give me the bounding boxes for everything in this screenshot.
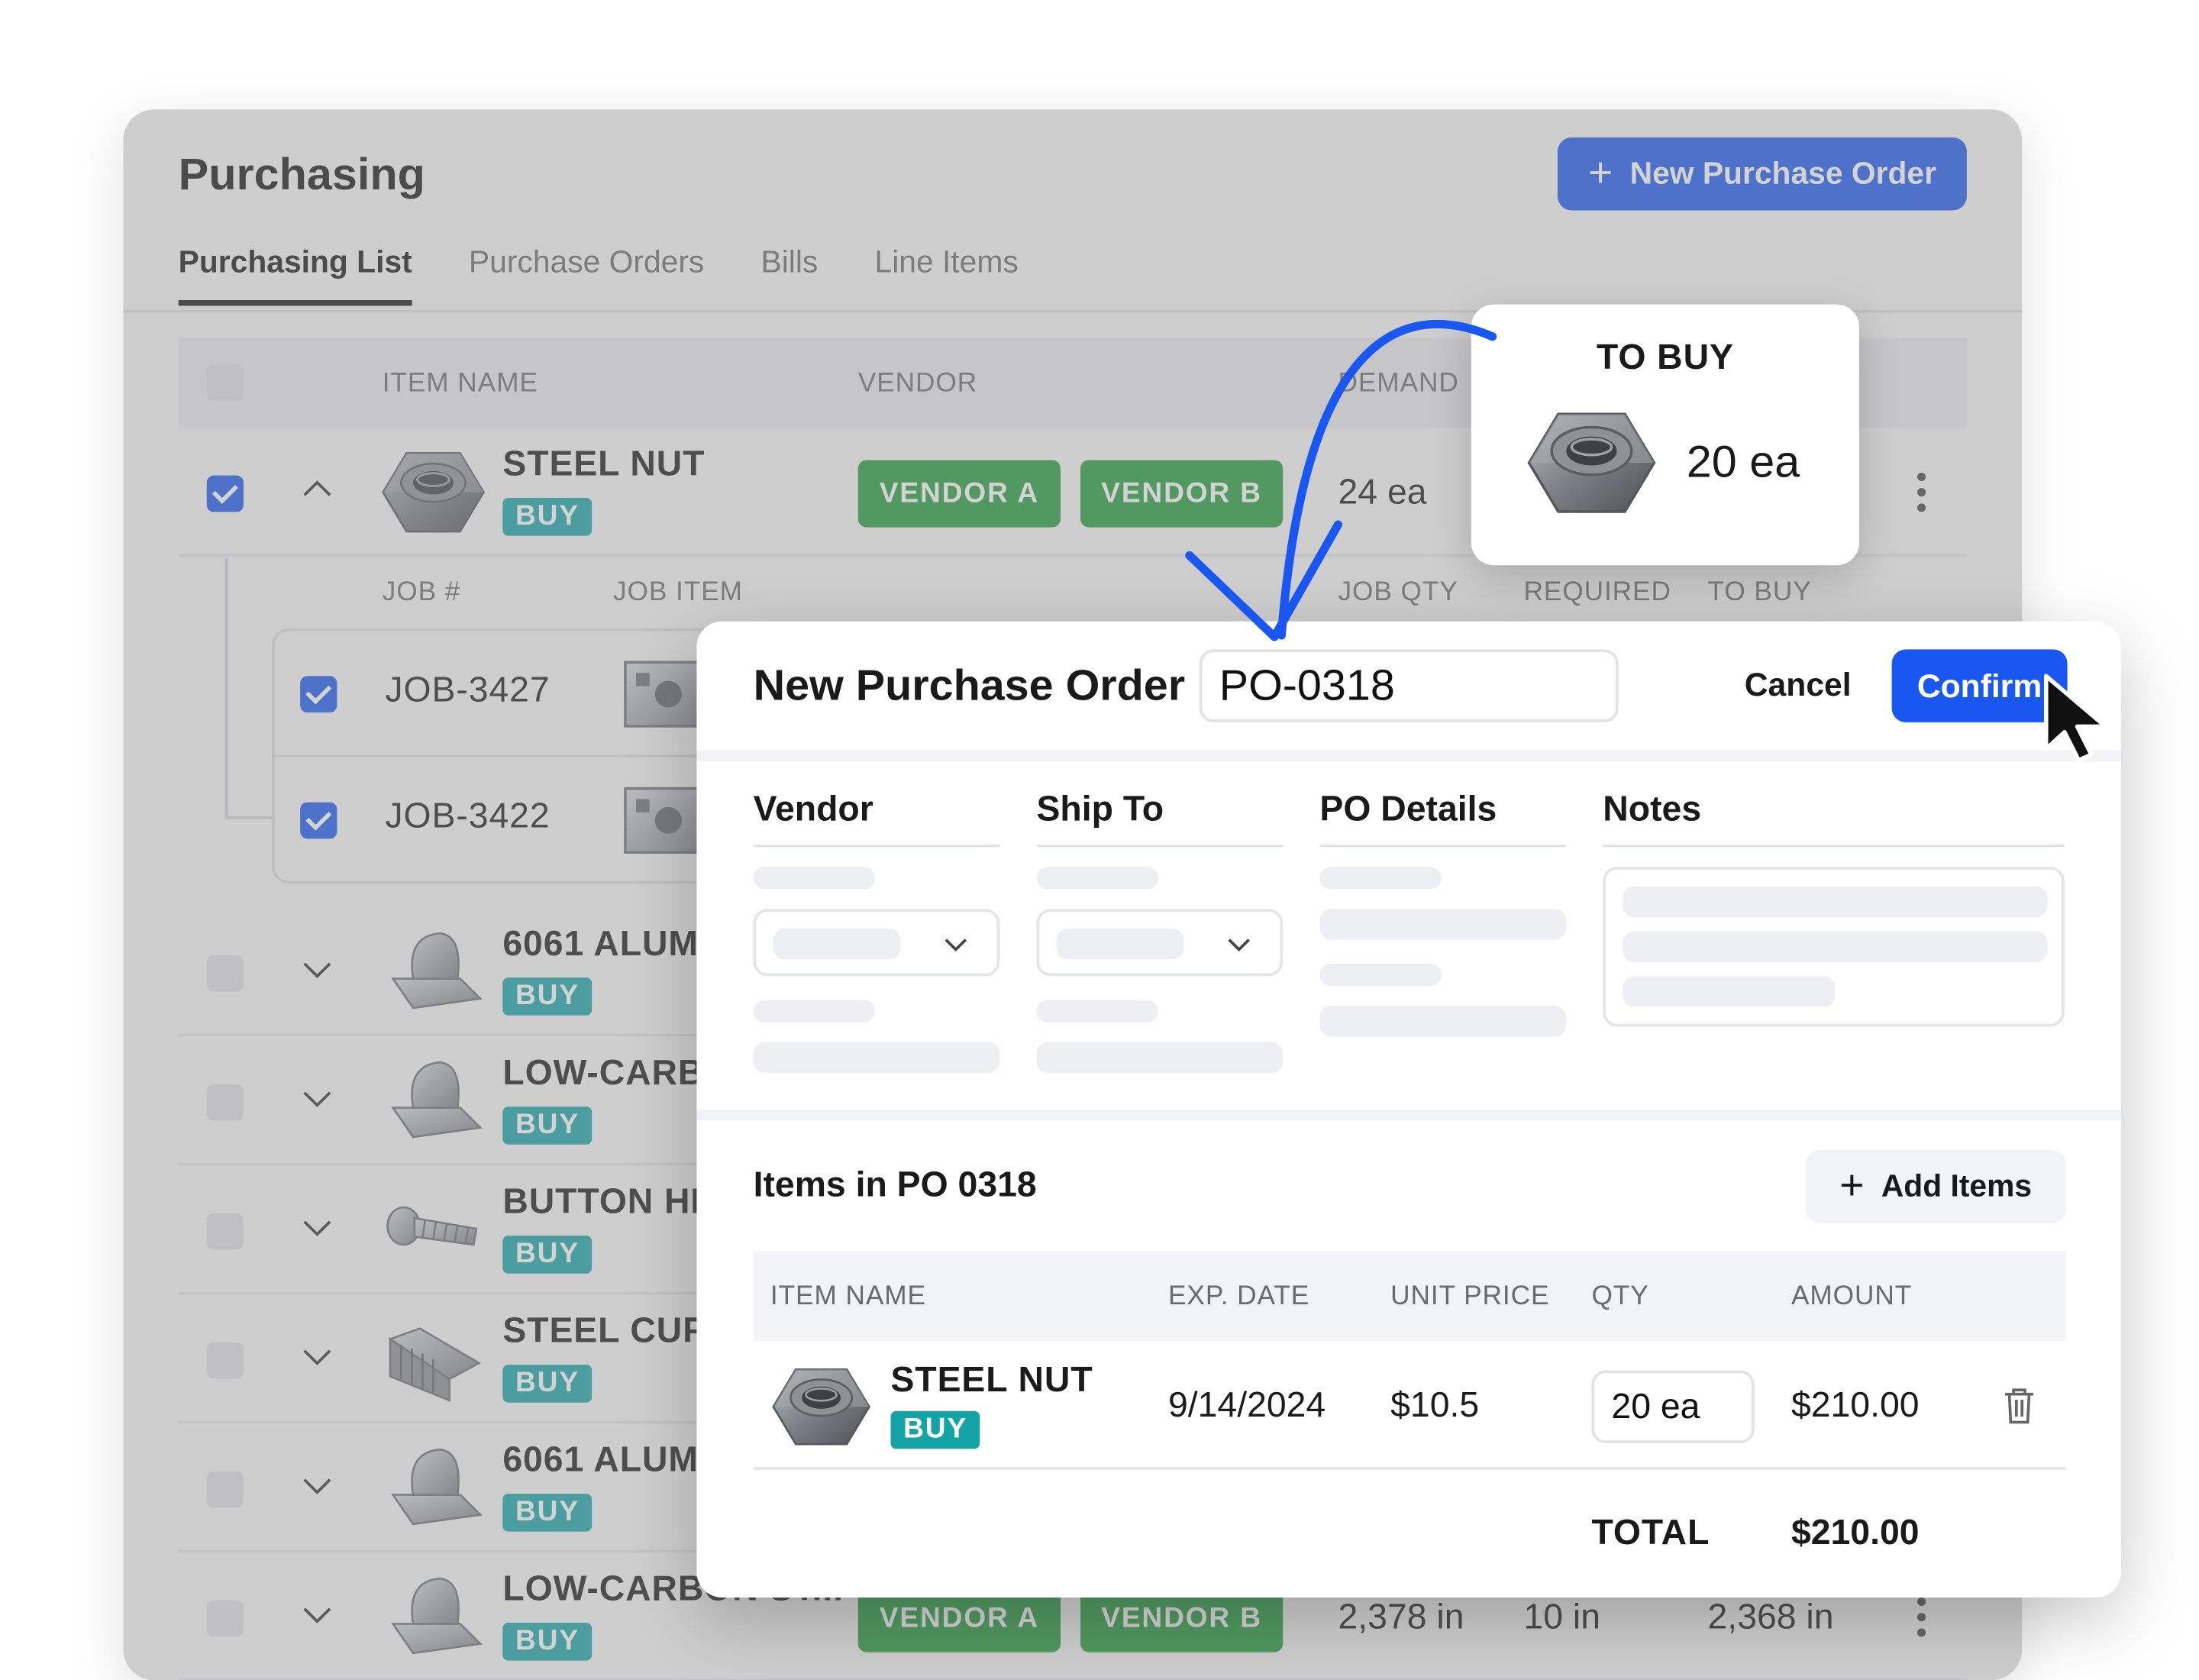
header-exp-date: EXP. DATE [1167, 1281, 1310, 1312]
section-vendor: Vendor [753, 790, 873, 829]
header-qty: QTY [1591, 1281, 1649, 1312]
section-rule [1036, 844, 1284, 848]
skeleton-value [1056, 928, 1184, 960]
skeleton-line [1623, 931, 2048, 962]
section-divider [696, 750, 2122, 762]
new-purchase-order-dialog: New Purchase Order Cancel Confirm Vendor… [696, 621, 2122, 1598]
skeleton-field [1319, 1005, 1567, 1037]
skeleton-value [773, 928, 901, 960]
curved-arrow-icon [1185, 319, 1497, 641]
add-items-button[interactable]: + Add Items [1805, 1150, 2066, 1223]
trash-icon[interactable] [2002, 1386, 2036, 1425]
cancel-button[interactable]: Cancel [1745, 666, 1852, 704]
ship-to-select[interactable] [1036, 909, 1284, 977]
dialog-title: New Purchase Order [753, 661, 1186, 710]
section-rule [753, 844, 1000, 848]
section-divider [696, 1109, 2122, 1121]
section-rule [1319, 844, 1567, 848]
buy-badge: BUY [890, 1410, 980, 1449]
items-title: Items in PO 0318 [753, 1165, 1037, 1205]
skeleton-label [753, 867, 876, 890]
skeleton-field [1319, 909, 1567, 940]
po-number-input[interactable] [1199, 649, 1619, 722]
stage: Purchasing + New Purchase Order Purchasi… [0, 0, 2199, 1680]
header-item-name: ITEM NAME [770, 1281, 926, 1312]
skeleton-label [1319, 963, 1442, 987]
items-table-header: ITEM NAME EXP. DATE UNIT PRICE QTY AMOUN… [753, 1251, 2066, 1341]
header-amount: AMOUNT [1791, 1281, 1913, 1312]
section-rule [1603, 844, 2065, 848]
skeleton-label [1319, 867, 1442, 890]
chevron-down-icon [945, 939, 967, 952]
section-notes: Notes [1603, 790, 1702, 829]
skeleton-field [753, 1042, 1000, 1074]
notes-textarea[interactable] [1603, 867, 2065, 1027]
amount-value: $210.00 [1791, 1385, 1920, 1426]
total-label: TOTAL [1591, 1513, 1710, 1553]
to-buy-popover: TO BUY 20 ea [1471, 304, 1859, 566]
section-po-details: PO Details [1319, 790, 1497, 829]
skeleton-label [1036, 1000, 1158, 1023]
skeleton-line [1623, 886, 2048, 918]
to-buy-title: TO BUY [1596, 338, 1734, 378]
unit-price-value[interactable]: $10.5 [1390, 1386, 1479, 1426]
steel-nut-image [1525, 402, 1658, 523]
total-value: $210.00 [1791, 1513, 1920, 1553]
chevron-down-icon [1228, 939, 1250, 952]
exp-date-value[interactable]: 9/14/2024 [1168, 1386, 1326, 1426]
qty-input[interactable] [1591, 1370, 1755, 1443]
po-item-row: STEEL NUT BUY 9/14/2024 $10.5 $210.00 [753, 1341, 2066, 1470]
skeleton-field [1036, 1042, 1284, 1074]
section-ship-to: Ship To [1036, 790, 1164, 829]
po-item-name: STEEL NUT [890, 1360, 1093, 1401]
skeleton-label [753, 1000, 876, 1023]
skeleton-label [1036, 867, 1158, 890]
steel-nut-thumbnail [770, 1361, 873, 1453]
skeleton-line [1623, 976, 1836, 1007]
plus-icon: + [1839, 1162, 1865, 1210]
mouse-pointer-icon [2043, 674, 2108, 763]
to-buy-quantity: 20 ea [1686, 436, 1800, 487]
add-items-label: Add Items [1881, 1168, 2033, 1203]
vendor-select[interactable] [753, 909, 1000, 977]
header-unit-price: UNIT PRICE [1390, 1281, 1550, 1312]
